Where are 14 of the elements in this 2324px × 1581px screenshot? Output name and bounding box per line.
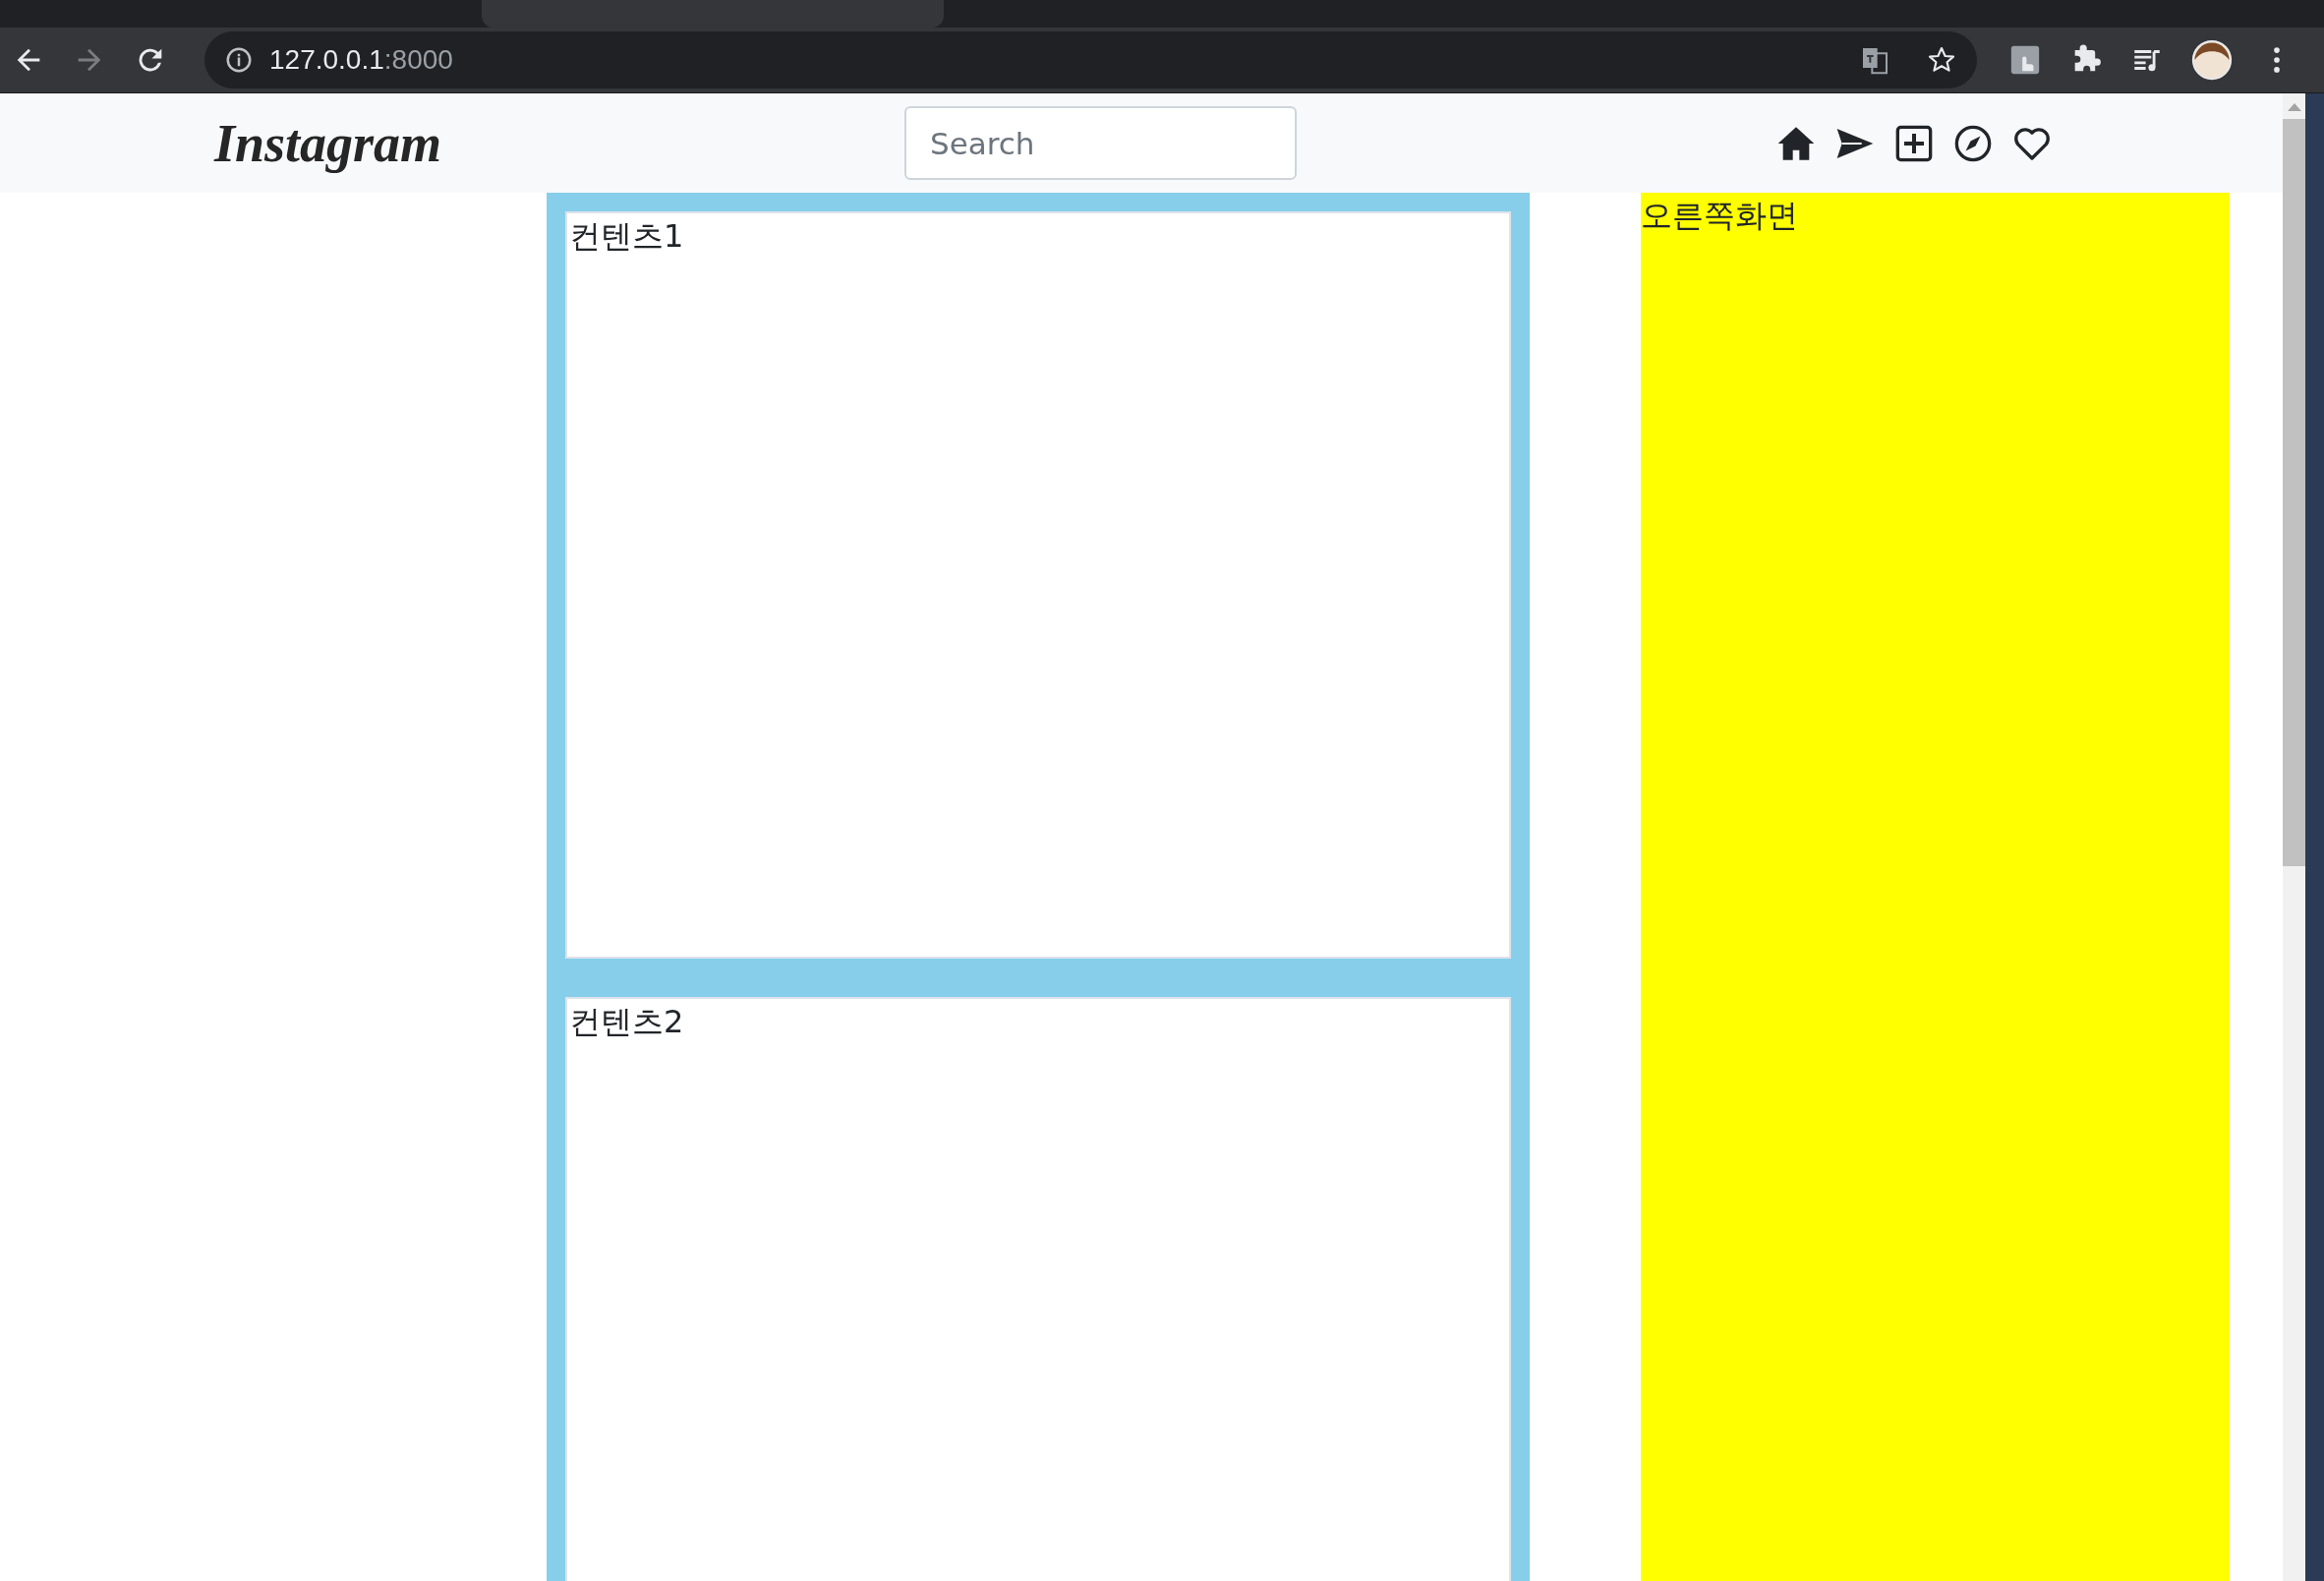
compass-icon[interactable] <box>1953 123 1993 163</box>
url-text: 127.0.0.1:8000 <box>269 44 453 76</box>
info-icon[interactable] <box>224 45 254 75</box>
plus-square-icon[interactable] <box>1894 123 1934 163</box>
post-text: 컨텐츠1 <box>569 217 684 255</box>
scroll-thumb[interactable] <box>2283 119 2305 866</box>
address-bar[interactable]: 127.0.0.1:8000 <box>204 31 1977 88</box>
extension-icon[interactable] <box>2008 43 2042 77</box>
scrollbar[interactable] <box>2283 93 2305 1581</box>
avatar-icon[interactable] <box>2191 39 2233 81</box>
search-field[interactable]: Search <box>904 106 1297 180</box>
post-text: 컨텐츠2 <box>569 1003 684 1040</box>
logo[interactable]: Instagram <box>214 112 460 174</box>
sidebar-text: 오른쪽화면 <box>1641 197 1798 234</box>
